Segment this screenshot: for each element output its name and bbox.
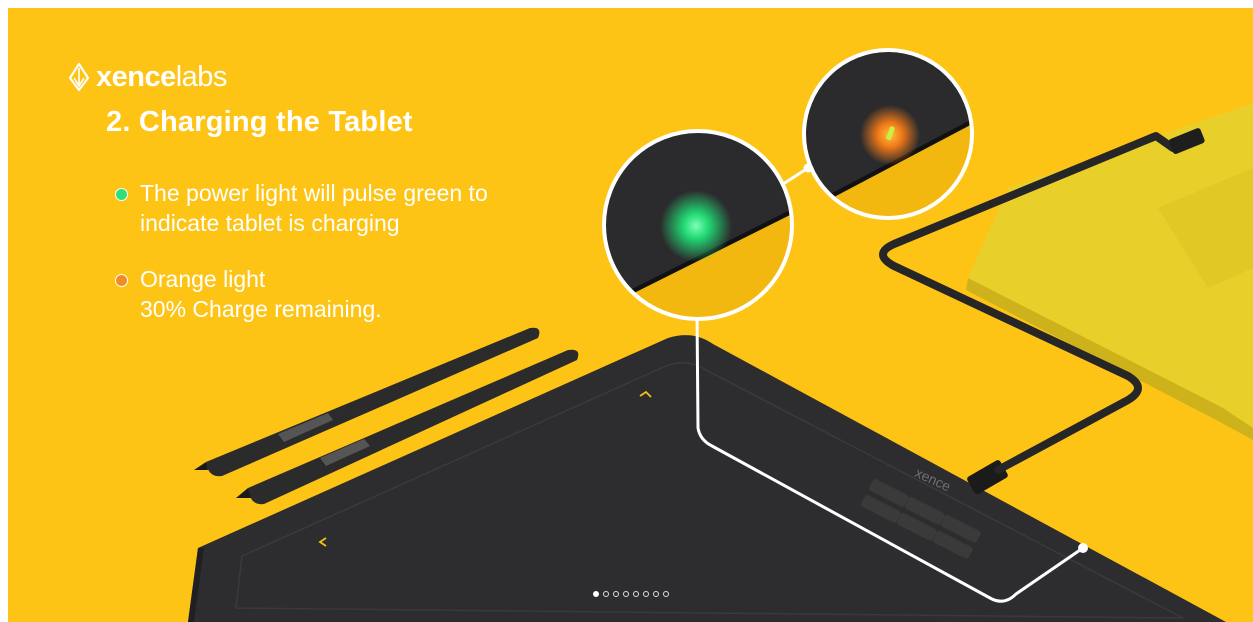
bullet-orange-light: Orange light 30% Charge remaining.	[115, 264, 382, 324]
orange-status-dot-icon	[115, 274, 128, 287]
bullet-line: Orange light	[140, 266, 266, 292]
logo-bold-text: xence	[96, 60, 176, 93]
pagination-dot-4[interactable]	[622, 591, 629, 597]
logo-wordmark: xencelabs	[96, 60, 228, 93]
bullet-line: 30% Charge remaining.	[140, 296, 382, 322]
green-status-dot-icon	[115, 188, 128, 201]
logo-light-text: labs	[175, 60, 228, 93]
pagination-dot-6[interactable]	[642, 591, 649, 597]
orange-light-magnifier	[802, 48, 974, 220]
brand-logo: xencelabs	[66, 62, 227, 92]
slide-heading: 2. Charging the Tablet	[106, 106, 413, 138]
pen-nib-icon	[68, 62, 90, 92]
pagination-dot-2[interactable]	[602, 591, 609, 597]
green-light-magnifier	[602, 129, 794, 321]
slide: xence xencelabs 2. Charging the Tablet T…	[8, 8, 1253, 622]
pagination-dot-3[interactable]	[612, 591, 619, 597]
drawing-tablet: xence	[188, 335, 1226, 622]
pagination-dot-7[interactable]	[652, 591, 659, 597]
pagination-dot-1[interactable]	[592, 591, 599, 597]
bullet-line: The power light will pulse green to	[140, 180, 488, 206]
bullet-text: Orange light 30% Charge remaining.	[140, 264, 382, 324]
bullet-text: The power light will pulse green to indi…	[140, 178, 488, 238]
pagination-dot-8[interactable]	[662, 591, 669, 597]
bullet-green-light: The power light will pulse green to indi…	[115, 178, 488, 238]
carousel-pagination	[8, 591, 1253, 597]
bullet-line: indicate tablet is charging	[140, 210, 400, 236]
pagination-dot-5[interactable]	[632, 591, 639, 597]
